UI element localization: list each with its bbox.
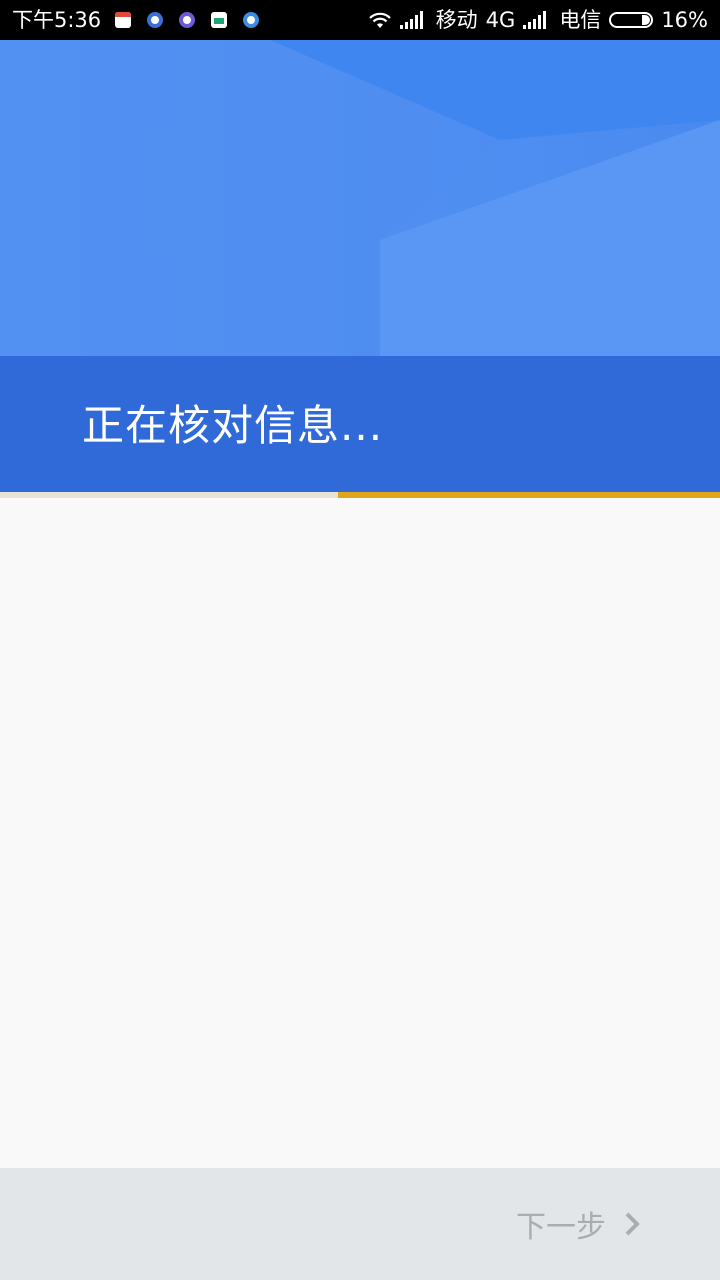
chevron-right-icon — [625, 1212, 640, 1236]
status-time: 下午5:36 — [12, 8, 102, 32]
battery-icon — [609, 12, 654, 28]
app-icon — [147, 12, 164, 28]
app-icon — [179, 12, 196, 28]
header-banner — [0, 40, 720, 356]
clipboard-icon — [211, 12, 228, 28]
status-left: 下午5:36 — [12, 0, 275, 40]
bottom-bar: 下一步 — [0, 1168, 720, 1280]
status-right: 移动 4G 电信 16% — [360, 0, 708, 40]
signal-icon — [523, 11, 551, 29]
carrier-1: 移动 — [435, 8, 478, 32]
setup-screen: 下午5:36 移动 4G 电信 16% 正在核对信息... 下一步 — [0, 0, 720, 1280]
banner-decoration — [0, 40, 720, 356]
battery-percent: 16% — [661, 8, 708, 32]
page-title: 正在核对信息... — [82, 401, 384, 450]
wifi-icon — [368, 11, 392, 29]
signal-icon — [399, 11, 428, 29]
next-button-label: 下一步 — [516, 1210, 606, 1245]
app-icon — [243, 12, 260, 28]
network-type: 4G — [485, 8, 516, 32]
next-button[interactable]: 下一步 — [516, 1196, 640, 1252]
carrier-2: 电信 — [559, 8, 602, 32]
calendar-icon — [115, 12, 132, 28]
status-bar: 下午5:36 移动 4G 电信 16% — [0, 0, 720, 40]
main-content — [0, 498, 720, 1168]
